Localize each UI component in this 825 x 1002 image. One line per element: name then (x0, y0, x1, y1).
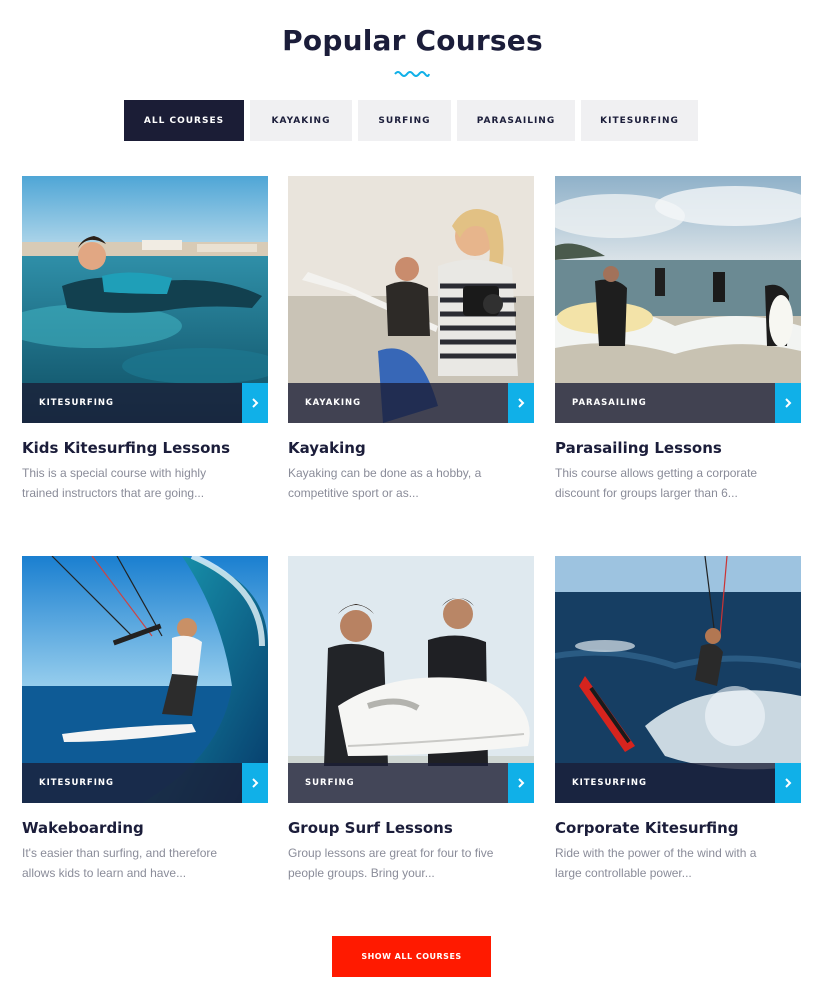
course-category: KITESURFING (39, 778, 114, 788)
course-title[interactable]: Group Surf Lessons (288, 819, 453, 837)
filter-surfing[interactable]: SURFING (358, 100, 451, 141)
course-description: It's easier than surfing, and therefore a… (22, 846, 218, 880)
course-open-button[interactable] (508, 763, 534, 803)
chevron-right-icon (252, 398, 259, 408)
filter-kitesurfing[interactable]: KITESURFING (581, 100, 698, 141)
course-description: Group lessons are great for four to five… (288, 846, 494, 880)
chevron-right-icon (518, 398, 525, 408)
course-image[interactable]: KAYAKING (288, 176, 534, 423)
course-card: PARASAILING Parasailing Lessons This cou… (555, 176, 801, 500)
course-title[interactable]: Parasailing Lessons (555, 439, 722, 457)
course-image[interactable]: KITESURFING (555, 556, 801, 803)
course-open-button[interactable] (242, 383, 268, 423)
course-title[interactable]: Corporate Kitesurfing (555, 819, 739, 837)
course-open-button[interactable] (775, 383, 801, 423)
course-description: Ride with the power of the wind with a la… (555, 846, 757, 880)
course-title[interactable]: Kayaking (288, 439, 366, 457)
course-description: This is a special course with highly trai… (22, 466, 207, 500)
course-open-button[interactable] (242, 763, 268, 803)
course-category: KAYAKING (305, 398, 362, 408)
chevron-right-icon (785, 398, 792, 408)
show-all-courses-button[interactable]: SHOW ALL COURSES (332, 936, 491, 977)
course-filter-tabs: ALL COURSES KAYAKING SURFING PARASAILING… (0, 100, 825, 141)
course-category: SURFING (305, 778, 355, 788)
course-title[interactable]: Wakeboarding (22, 819, 144, 837)
course-category: KITESURFING (572, 778, 647, 788)
course-open-button[interactable] (775, 763, 801, 803)
course-card: KITESURFING Wakeboarding It's easier tha… (22, 556, 268, 880)
filter-kayaking[interactable]: KAYAKING (250, 100, 352, 141)
course-card: SURFING Group Surf Lessons Group lessons… (288, 556, 534, 880)
filter-parasailing[interactable]: PARASAILING (457, 100, 575, 141)
course-open-button[interactable] (508, 383, 534, 423)
course-description: Kayaking can be done as a hobby, a compet… (288, 466, 482, 500)
chevron-right-icon (252, 778, 259, 788)
course-description: This course allows getting a corporate di… (555, 466, 758, 500)
section-title: Popular Courses (282, 24, 543, 57)
course-card: KITESURFING Corporate Kitesurfing Ride w… (555, 556, 801, 880)
course-image[interactable]: KITESURFING (22, 176, 268, 423)
filter-all-courses[interactable]: ALL COURSES (124, 100, 244, 141)
course-title[interactable]: Kids Kitesurfing Lessons (22, 439, 230, 457)
course-category: KITESURFING (39, 398, 114, 408)
course-image[interactable]: SURFING (288, 556, 534, 803)
course-image[interactable]: PARASAILING (555, 176, 801, 423)
wave-divider-icon (394, 71, 430, 77)
chevron-right-icon (518, 778, 525, 788)
course-card: KITESURFING Kids Kitesurfing Lessons Thi… (22, 176, 268, 500)
course-card: KAYAKING Kayaking Kayaking can be done a… (288, 176, 534, 500)
course-image[interactable]: KITESURFING (22, 556, 268, 803)
chevron-right-icon (785, 778, 792, 788)
course-category: PARASAILING (572, 398, 647, 408)
